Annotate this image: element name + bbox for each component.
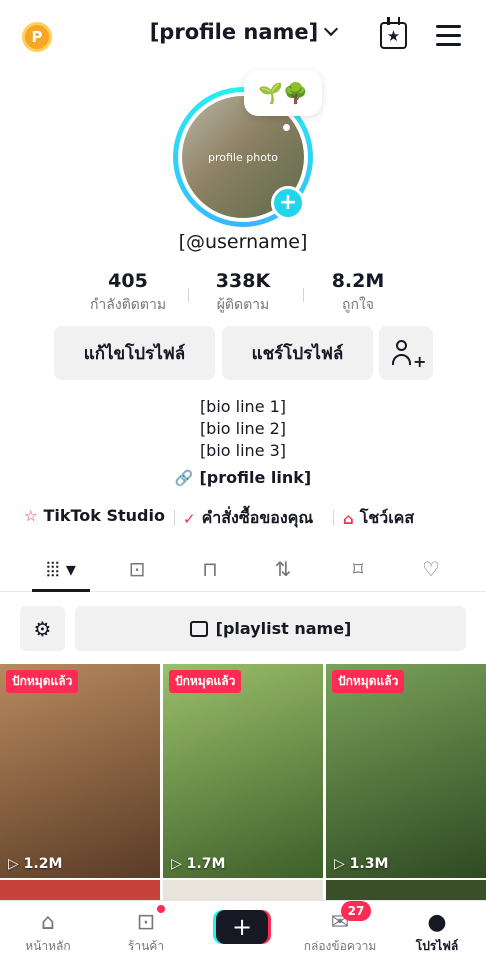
active-tab-indicator [32, 589, 90, 592]
notification-dot [157, 905, 165, 913]
grid-icon: ⦙⦙⦙ ▾ [46, 557, 76, 581]
calendar-star-icon[interactable]: ★ [380, 17, 407, 49]
view-count: 1.3M [334, 856, 389, 872]
person-star-icon: ☆ [24, 506, 38, 525]
username: [@username] [178, 231, 308, 253]
profile-title: [profile name] [149, 20, 319, 44]
home-icon: ⌂ [41, 909, 55, 935]
video-thumbnail[interactable]: ปักหมุดแล้ว 1.3M [326, 664, 486, 878]
pinned-badge: ปักหมุดแล้ว [169, 670, 242, 693]
tiktok-studio-link[interactable]: ☆ TikTok Studio [24, 506, 165, 525]
tab-favorites[interactable]: ⌑ [328, 546, 388, 592]
following-stat[interactable]: 405 กำลังติดตาม [73, 270, 183, 316]
pinned-badge: ปักหมุดแล้ว [332, 670, 405, 693]
nav-profile[interactable]: ● โปรไฟล์ [397, 907, 477, 956]
bio: [bio line 1] [bio line 2] [bio line 3] [199, 397, 287, 460]
tab-videos[interactable]: ⦙⦙⦙ ▾ [31, 546, 91, 592]
video-thumbnail[interactable]: ปักหมุดแล้ว 1.7M [163, 664, 323, 878]
link-icon: 🔗 [174, 469, 194, 487]
showcase-link[interactable]: ⌂ โชว์เคส [343, 506, 414, 531]
quick-links: ☆ TikTok Studio ✓ คำสั่งซื้อของคุณ ⌂ โชว์เค… [0, 506, 486, 530]
nav-shop[interactable]: ⊡ ร้านค้า [106, 907, 186, 956]
tab-private[interactable]: ⊓ [180, 546, 240, 592]
bag-check-icon: ✓ [183, 509, 196, 528]
shop-icon: ⊡ [136, 909, 156, 935]
heart-hidden-icon: ♡ [422, 557, 440, 581]
tab-shop[interactable]: ⊡ [107, 546, 167, 592]
seedling-icon: 🌱 [258, 81, 283, 105]
followers-stat[interactable]: 338K ผู้ติดตาม [188, 270, 298, 316]
bottom-nav: ⌂ หน้าหลัก ⊡ ร้านค้า + ✉ กล่องข้อความ 27 ● โ… [0, 900, 486, 960]
share-profile-button[interactable]: แชร์โปรไฟล์ [222, 326, 373, 380]
hamburger-icon[interactable] [436, 25, 461, 46]
settings-icon[interactable]: ⚙ [20, 606, 65, 651]
playlist-icon [189, 620, 208, 637]
pinned-badge: ปักหมุดแล้ว [6, 670, 79, 693]
repost-icon: ⇅ [274, 557, 292, 581]
nav-home[interactable]: ⌂ หน้าหลัก [8, 907, 88, 956]
inbox-badge: 27 [341, 901, 371, 921]
orders-link[interactable]: ✓ คำสั่งซื้อของคุณ [183, 506, 313, 531]
add-story-button[interactable]: + [271, 186, 305, 220]
tab-liked[interactable]: ♡ [401, 546, 461, 592]
status-bubble[interactable]: 🌱 🌳 [244, 70, 322, 116]
view-count: 1.7M [171, 856, 226, 872]
playlist-button[interactable]: [playlist name] [75, 606, 466, 651]
shop-bag-icon: ⌂ [343, 509, 354, 528]
chevron-down-icon [324, 21, 339, 37]
profile-link[interactable]: 🔗 [profile link] [0, 468, 486, 487]
video-thumbnail[interactable]: ปักหมุดแล้ว 1.2M [0, 664, 160, 878]
bubble-tail [283, 124, 290, 131]
view-count: 1.2M [8, 856, 63, 872]
create-button[interactable]: + [216, 910, 268, 944]
video-grid: ปักหมุดแล้ว 1.2M ปักหมุดแล้ว 1.7M ปักหมุ… [0, 664, 486, 904]
lock-icon: ⊓ [202, 557, 218, 581]
bag-icon: ⊡ [128, 557, 146, 581]
tree-icon: 🌳 [283, 81, 308, 105]
account-switcher[interactable]: [profile name] [0, 20, 486, 44]
profile-stats: 405 กำลังติดตาม 338K ผู้ติดตาม 8.2M ถูกใ… [0, 270, 486, 320]
tab-reposts[interactable]: ⇅ [253, 546, 313, 592]
bookmark-icon: ⌑ [352, 557, 364, 581]
edit-profile-button[interactable]: แก้ไขโปรไฟล์ [54, 326, 215, 380]
likes-stat[interactable]: 8.2M ถูกใจ [303, 270, 413, 316]
add-friend-button[interactable]: + [379, 326, 433, 380]
content-tabs: ⦙⦙⦙ ▾ ⊡ ⊓ ⇅ ⌑ ♡ [0, 546, 486, 592]
top-bar: P [profile name] ★ [0, 0, 486, 72]
person-icon: ● [427, 909, 447, 935]
